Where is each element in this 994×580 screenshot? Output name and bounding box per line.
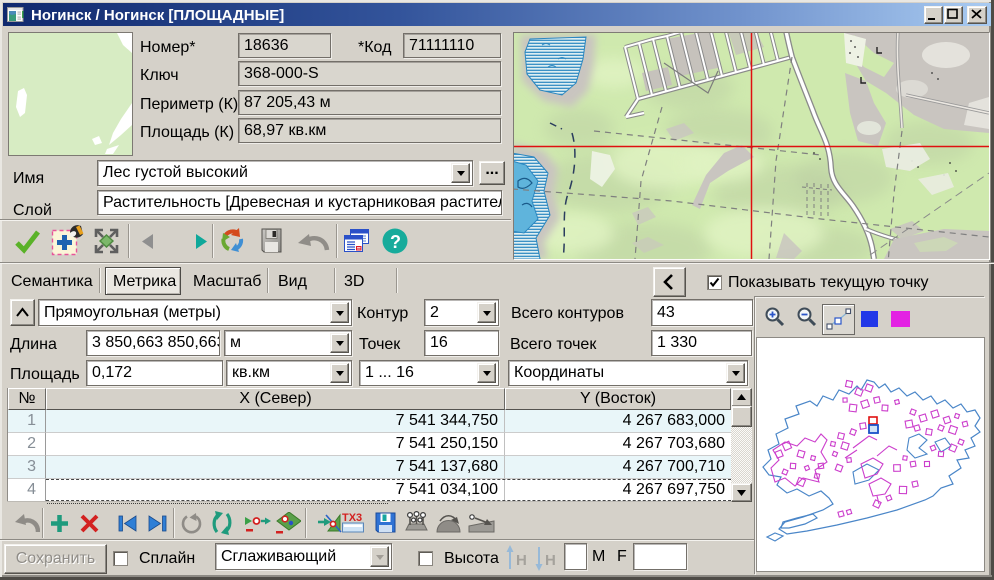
svg-text:?: ? [390,232,401,252]
svg-text:H: H [545,552,556,569]
svg-text:H: H [516,552,527,569]
svg-text:TX3: TX3 [342,512,362,524]
